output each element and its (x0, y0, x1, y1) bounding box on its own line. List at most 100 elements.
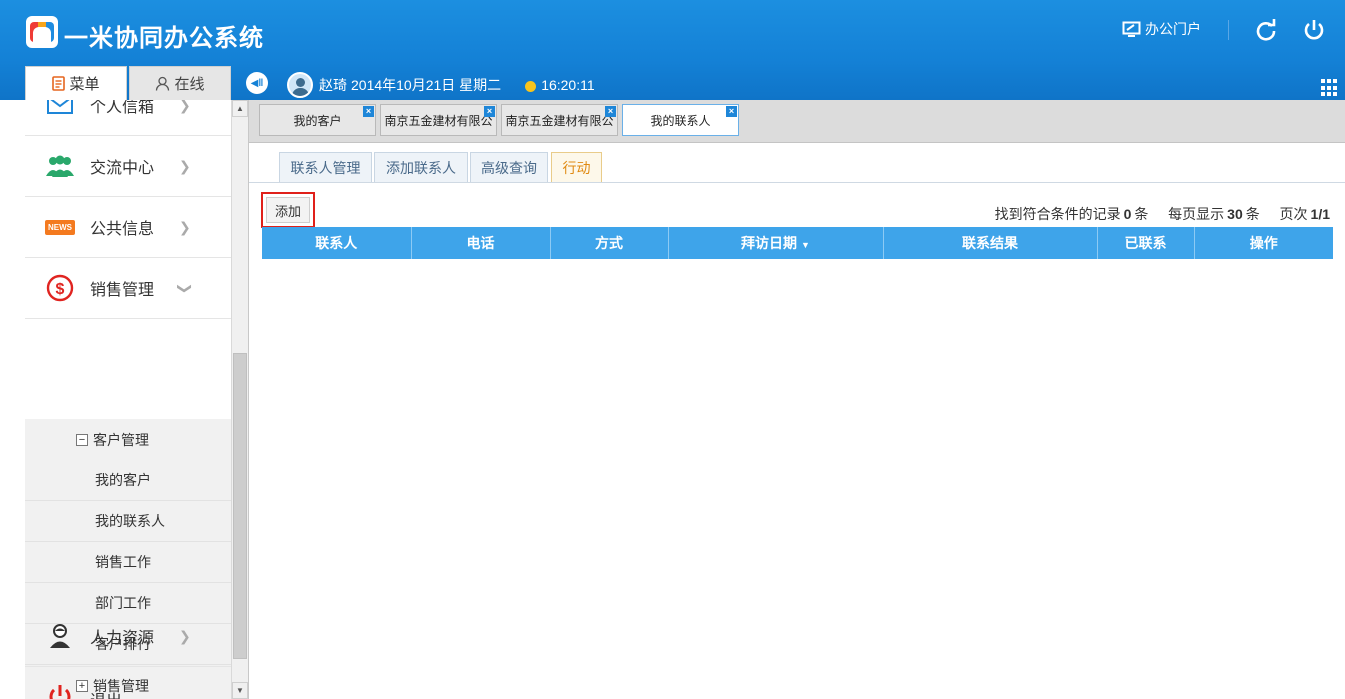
column-visit-date-label: 拜访日期 (741, 235, 798, 251)
monitor-icon (1122, 21, 1141, 37)
column-method[interactable]: 方式 (550, 227, 669, 259)
add-button[interactable]: 添加 (266, 197, 310, 223)
avatar (287, 72, 313, 98)
chevron-right-icon: ❯ (179, 157, 191, 174)
person-icon (45, 621, 75, 651)
per-page-unit: 条 (1245, 206, 1260, 222)
dollar-icon: $ (45, 273, 75, 303)
sidebar-item-label: 交流中心 (90, 160, 155, 177)
sidebar-item-public-info[interactable]: NEWS 公共信息 ❯ (25, 197, 231, 258)
tab-contact-management[interactable]: 联系人管理 (279, 152, 372, 182)
per-page-value: 30 (1227, 206, 1243, 222)
sidebar-item-label: 人力资源 (90, 630, 155, 647)
chevron-right-icon: ❯ (179, 627, 191, 644)
tab-action[interactable]: 行动 (551, 152, 602, 182)
page-tab-company-1[interactable]: 南京五金建材有限公 × (380, 104, 497, 136)
page-tab-my-customers[interactable]: 我的客户 × (259, 104, 376, 136)
refresh-icon (1256, 19, 1276, 41)
collapse-icon: − (76, 433, 88, 446)
table-header-row: 联系人 电话 方式 拜访日期 ▼ 联系结果 已联系 操作 (262, 227, 1333, 259)
column-visit-date[interactable]: 拜访日期 ▼ (668, 227, 884, 259)
page-tab-label: 南京五金建材有限公 (505, 113, 614, 128)
top-header: 一米协同办公系统 办公门户 菜单 在线 ◀‖ 赵琦 2014年10月21日 星期… (0, 0, 1345, 100)
scroll-up-arrow-icon[interactable]: ▲ (232, 100, 248, 117)
sub-tab-divider (249, 182, 1345, 183)
record-count-label: 找到符合条件的记录 (994, 206, 1121, 222)
main-content: 我的客户 × 南京五金建材有限公 × 南京五金建材有限公 × 我的联系人 × 联… (248, 100, 1345, 699)
app-title: 一米协同办公系统 (64, 25, 264, 52)
mail-icon (45, 100, 75, 120)
sidebar: 个人信箱 ❯ 交流中心 ❯ NEWS 公共信息 ❯ $ 销售管理 ❯ − 客户管… (25, 100, 231, 699)
page-tab-bar: 我的客户 × 南京五金建材有限公 × 南京五金建材有限公 × 我的联系人 × (249, 100, 1345, 143)
column-contact-result[interactable]: 联系结果 (883, 227, 1098, 259)
column-contacted[interactable]: 已联系 (1097, 227, 1195, 259)
tab-online[interactable]: 在线 (129, 66, 231, 100)
close-icon[interactable]: × (363, 106, 374, 117)
submenu-item-sales-work[interactable]: 销售工作 (25, 542, 231, 583)
apps-grid-icon[interactable] (1321, 79, 1339, 97)
tab-menu-label: 菜单 (69, 76, 100, 93)
sidebar-item-mailbox[interactable]: 个人信箱 ❯ (25, 100, 231, 136)
sidebar-item-sales[interactable]: $ 销售管理 ❯ (25, 258, 231, 319)
close-icon[interactable]: × (484, 106, 495, 117)
page-tab-company-2[interactable]: 南京五金建材有限公 × (501, 104, 618, 136)
tab-advanced-search[interactable]: 高级查询 (470, 152, 548, 182)
page-tab-my-contacts[interactable]: 我的联系人 × (622, 104, 739, 136)
refresh-button[interactable] (1254, 18, 1278, 42)
user-outline-icon (156, 76, 170, 91)
contacts-table: 联系人 电话 方式 拜访日期 ▼ 联系结果 已联系 操作 (262, 227, 1333, 259)
sidebar-item-communication[interactable]: 交流中心 ❯ (25, 136, 231, 197)
office-portal-link[interactable]: 办公门户 (1122, 19, 1201, 39)
chevron-right-icon: ❯ (179, 100, 191, 113)
page-tab-label: 我的联系人 (650, 113, 711, 128)
submenu-group-customer[interactable]: − 客户管理 (25, 419, 231, 460)
news-icon: NEWS (45, 212, 75, 242)
submenu-group-label: 客户管理 (93, 431, 149, 448)
clock-icon (525, 80, 537, 92)
current-date: 2014年10月21日 星期二 (351, 77, 502, 93)
collapse-sidebar-button[interactable]: ◀‖ (246, 72, 268, 94)
sidebar-item-logout[interactable]: 退出 (25, 667, 231, 699)
news-badge: NEWS (45, 219, 75, 235)
sidebar-item-label: 销售管理 (90, 282, 155, 299)
left-panel-tabs: 菜单 在线 (25, 66, 231, 100)
sort-down-icon: ▼ (801, 240, 810, 250)
tab-menu[interactable]: 菜单 (25, 66, 127, 100)
submenu-item-my-contacts[interactable]: 我的联系人 (25, 501, 231, 542)
collapse-left-icon: ◀‖ (250, 77, 264, 89)
record-summary: 找到符合条件的记录 0 条 每页显示 30 条 页次 1/1 (995, 204, 1333, 224)
column-actions[interactable]: 操作 (1194, 227, 1333, 259)
header-divider (1228, 20, 1229, 40)
svg-text:$: $ (56, 281, 65, 298)
office-portal-label: 办公门户 (1145, 21, 1201, 37)
record-unit: 条 (1134, 206, 1149, 222)
page-value: 1/1 (1310, 206, 1330, 222)
tab-add-contact[interactable]: 添加联系人 (374, 152, 468, 182)
column-contact[interactable]: 联系人 (262, 227, 412, 259)
current-time: 16:20:11 (541, 77, 595, 93)
record-count: 0 (1123, 206, 1132, 222)
page-tab-label: 我的客户 (293, 113, 342, 128)
scrollbar-thumb[interactable] (233, 353, 247, 659)
sidebar-item-hr[interactable]: 人力资源 ❯ (25, 606, 231, 667)
page-tab-label: 南京五金建材有限公 (384, 113, 493, 128)
add-button-highlight: 添加 (261, 192, 315, 228)
app-logo-icon (26, 16, 58, 48)
page-label: 页次 (1279, 206, 1308, 222)
user-info-bar: 赵琦 2014年10月21日 星期二 16:20:11 (287, 72, 595, 98)
power-button[interactable] (1302, 18, 1326, 42)
tab-online-label: 在线 (174, 76, 205, 93)
power-icon (1304, 20, 1324, 40)
column-phone[interactable]: 电话 (411, 227, 551, 259)
per-page-label: 每页显示 (1168, 206, 1225, 222)
close-icon[interactable]: × (726, 106, 737, 117)
user-name: 赵琦 (319, 77, 347, 93)
sidebar-item-label: 公共信息 (90, 221, 155, 238)
people-icon (45, 151, 75, 181)
document-icon (52, 76, 66, 91)
close-icon[interactable]: × (605, 106, 616, 117)
scroll-down-arrow-icon[interactable]: ▼ (232, 682, 248, 699)
sidebar-scrollbar[interactable]: ▲ ▼ (231, 100, 248, 699)
submenu-item-my-customers[interactable]: 我的客户 (25, 460, 231, 501)
power-icon (45, 681, 75, 699)
